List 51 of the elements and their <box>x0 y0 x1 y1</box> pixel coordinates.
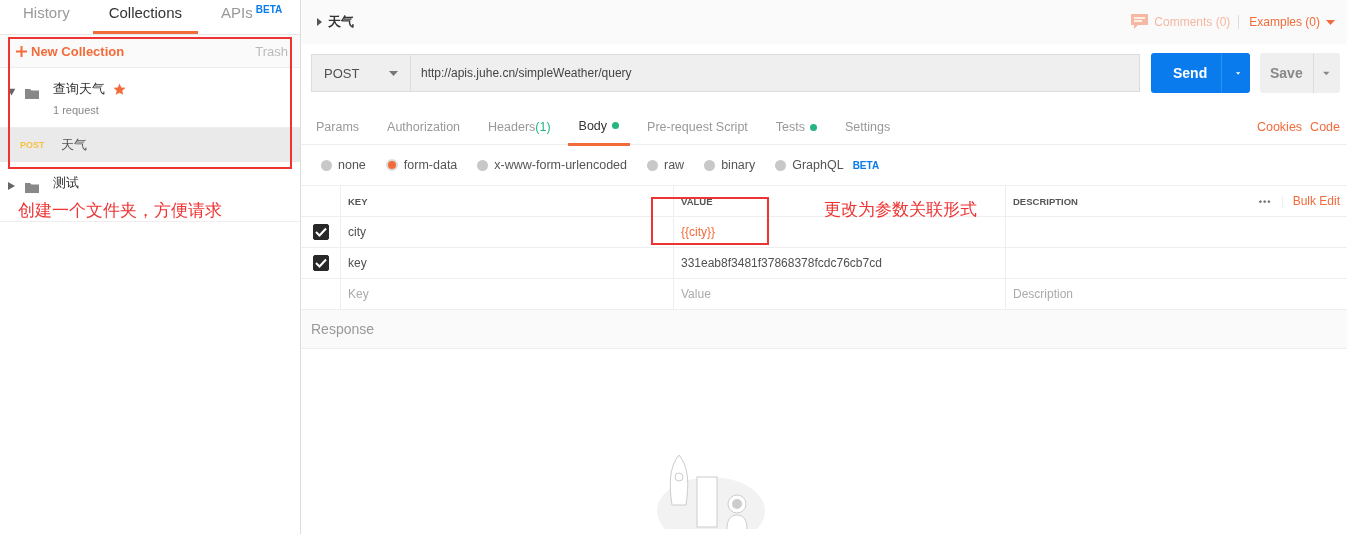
table-cell: 331eab8f3481f37868378fcdc76cb7cd <box>674 248 1006 278</box>
description-field[interactable]: Description <box>1013 287 1340 301</box>
header-link[interactable]: Code <box>1310 120 1340 134</box>
request-tab[interactable]: Body <box>567 108 631 146</box>
method-dropdown[interactable]: POST <box>311 54 411 92</box>
examples-dropdown[interactable]: Examples (0) <box>1245 15 1335 29</box>
comment-icon <box>1131 14 1149 30</box>
annotation-text: 创建一个文件夹，方便请求 <box>18 200 222 222</box>
folder-icon <box>25 88 39 99</box>
request-count: 1 request <box>53 104 100 116</box>
request-tab[interactable]: Tests <box>764 110 828 144</box>
header-link[interactable]: Cookies <box>1256 120 1303 134</box>
more-button[interactable]: ••• <box>1248 195 1283 207</box>
value-field[interactable]: Value <box>681 287 998 301</box>
response-title: Response <box>311 321 375 337</box>
request-tab[interactable]: Settings <box>834 110 902 144</box>
body-type-radio[interactable]: raw <box>647 158 685 172</box>
new-collection-button[interactable]: New Collection <box>16 43 125 59</box>
folder-icon <box>25 182 39 193</box>
caret-icon <box>1323 70 1330 76</box>
url-field[interactable]: http://apis.juhe.cn/simpleWeather/query <box>411 54 1140 92</box>
checkbox[interactable] <box>312 224 329 240</box>
column-header: DESCRIPTION <box>1013 195 1078 207</box>
body-type-radio[interactable]: binary <box>704 158 756 172</box>
request-tab[interactable]: Params <box>305 110 371 144</box>
checkbox[interactable] <box>312 255 329 271</box>
request-tab[interactable]: Pre-request Script <box>636 110 759 144</box>
send-button[interactable]: Send <box>1151 53 1250 93</box>
sidebar-tab[interactable]: APIs $^{BETA}$ <box>204 0 300 31</box>
key-field[interactable]: Key <box>348 287 666 301</box>
table-cell: {{city}} <box>674 217 1006 247</box>
table-cell: city <box>341 217 674 247</box>
collection-name: 查询天气 <box>53 80 105 98</box>
caret-icon <box>1235 70 1240 76</box>
save-button[interactable]: Save <box>1260 53 1340 93</box>
caret-icon <box>317 18 322 26</box>
request-tab[interactable]: Headers(1) <box>477 110 562 144</box>
column-header: KEY <box>341 186 674 216</box>
table-cell: key <box>341 248 674 278</box>
request-item[interactable]: POST 天气 <box>0 128 300 162</box>
bulk-edit-link[interactable]: Bulk Edit <box>1282 194 1340 208</box>
caret-icon <box>389 70 398 76</box>
collection-name: 测试 <box>53 174 79 192</box>
body-type-radio[interactable]: x-www-form-urlencoded <box>477 158 627 172</box>
body-type-radio[interactable]: form-data <box>385 158 458 172</box>
request-title: 天气 <box>328 13 354 31</box>
caret-icon <box>1326 19 1335 25</box>
body-type-radio[interactable]: none <box>321 158 366 172</box>
request-tab[interactable]: Authorization <box>376 110 472 144</box>
plus-icon <box>16 45 27 57</box>
sidebar-tab[interactable]: History <box>6 0 87 31</box>
